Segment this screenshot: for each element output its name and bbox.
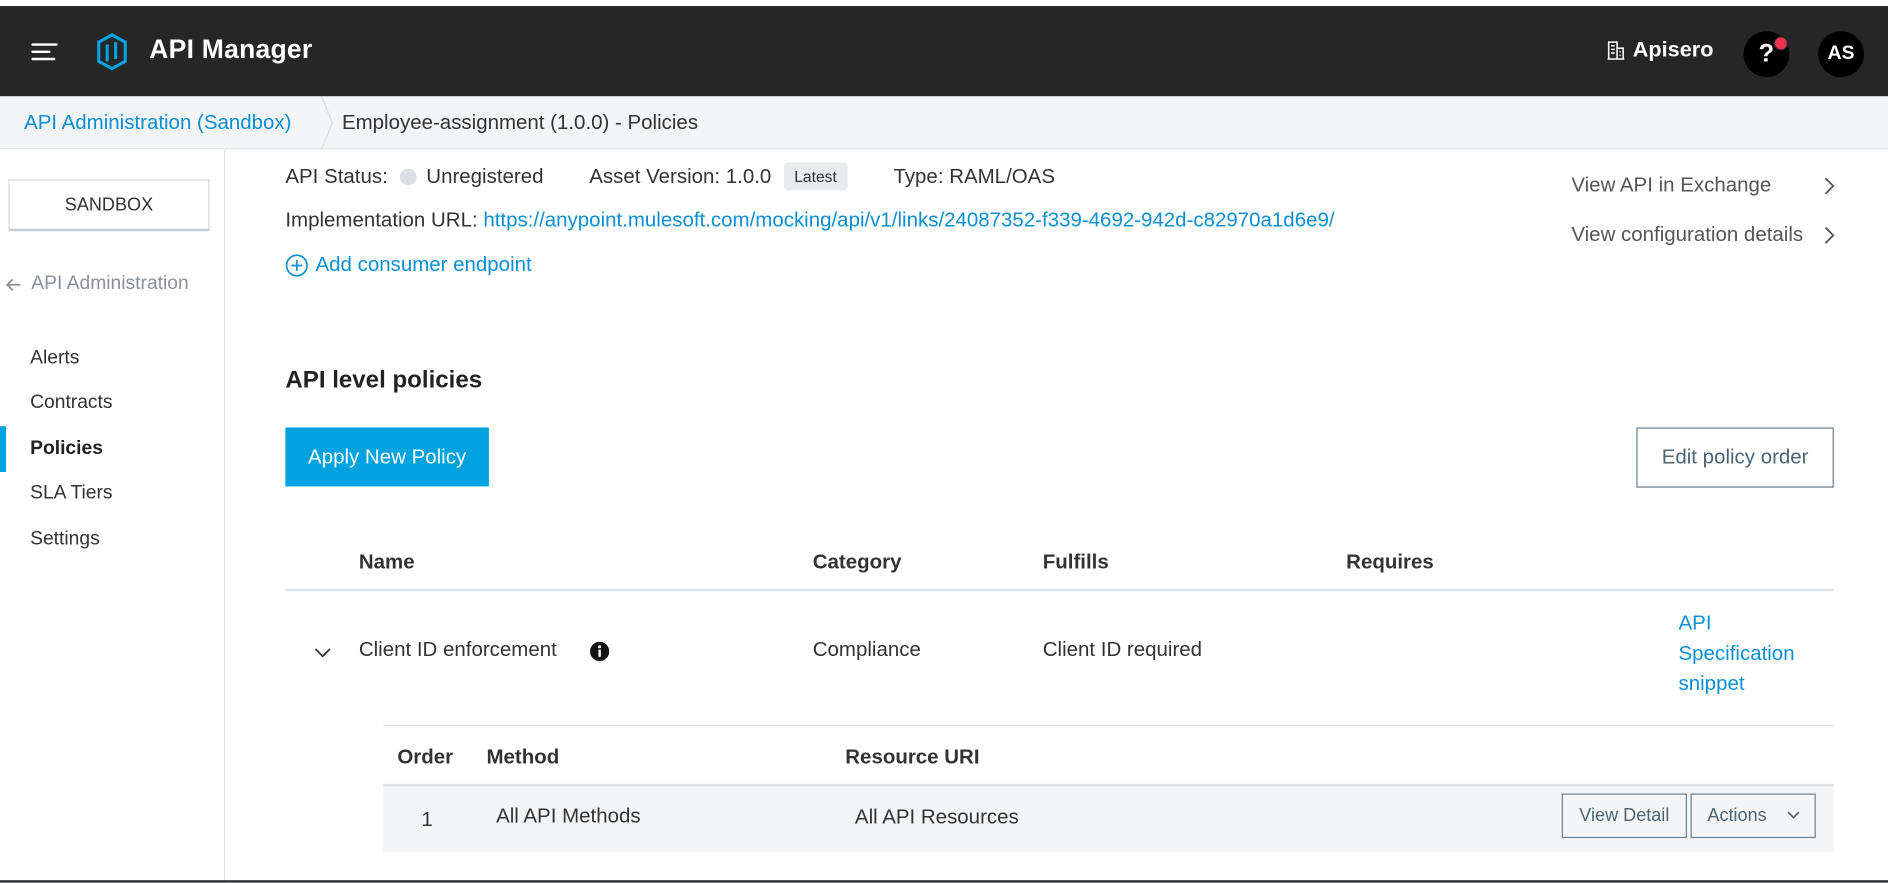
status-dot-icon (399, 167, 417, 185)
column-header-fulfills: Fulfills (1042, 550, 1109, 574)
table-divider (285, 588, 1834, 592)
column-header-category: Category (812, 550, 902, 574)
view-config-label: View configuration details (1571, 222, 1804, 246)
section-title: API level policies (285, 367, 483, 394)
rule-order: 1 (421, 807, 433, 831)
window-bottom-edge (0, 880, 1888, 883)
api-status-label: API Status: (285, 164, 388, 188)
rule-method: All API Methods (496, 804, 641, 828)
api-specification-snippet-link[interactable]: API Specification snippet (1679, 608, 1823, 698)
sidebar-item-alerts[interactable]: Alerts (30, 348, 79, 370)
sub-column-header-method: Method (486, 745, 560, 769)
sub-column-header-resource-uri: Resource URI (845, 745, 980, 769)
sidebar-item-contracts[interactable]: Contracts (30, 393, 112, 415)
implementation-url-link[interactable]: https://anypoint.mulesoft.com/mocking/ap… (483, 208, 1334, 231)
app-title: API Manager (149, 33, 313, 64)
active-nav-indicator (0, 426, 7, 473)
environment-button[interactable]: SANDBOX (8, 179, 210, 232)
column-header-requires: Requires (1346, 550, 1434, 574)
latest-badge: Latest (783, 162, 848, 191)
subtable-top-divider (382, 724, 1834, 727)
breadcrumb-separator-icon (320, 96, 334, 150)
breadcrumb-current: Employee-assignment (1.0.0) - Policies (341, 110, 699, 134)
policy-fulfills: Client ID required (1042, 638, 1203, 662)
actions-dropdown-button[interactable]: Actions (1690, 793, 1816, 839)
arrow-left-icon (6, 278, 21, 291)
implementation-url-label: Implementation URL: (285, 208, 478, 232)
asset-version: Asset Version: 1.0.0 (589, 164, 772, 188)
user-avatar[interactable]: AS (1818, 31, 1864, 78)
info-icon[interactable] (590, 641, 610, 662)
view-detail-button[interactable]: View Detail (1561, 793, 1687, 839)
sidebar-item-settings[interactable]: Settings (30, 529, 100, 551)
menu-icon[interactable] (31, 37, 60, 66)
policy-category: Compliance (812, 638, 921, 662)
back-to-api-administration[interactable]: API Administration (6, 273, 189, 295)
column-header-name: Name (358, 550, 415, 574)
edit-policy-order-button[interactable]: Edit policy order (1636, 427, 1834, 488)
rule-resource-uri: All API Resources (854, 805, 1019, 829)
building-icon (1607, 41, 1625, 60)
breadcrumb: API Administration (Sandbox) Employee-as… (0, 96, 1888, 150)
api-status-row: API Status: Unregistered Asset Version: … (285, 162, 1055, 191)
chevron-down-icon[interactable] (313, 643, 332, 662)
org-name: Apisero (1632, 37, 1714, 62)
sub-column-header-order: Order (397, 745, 454, 769)
breadcrumb-parent-link[interactable]: API Administration (Sandbox) (24, 111, 291, 135)
apply-new-policy-button[interactable]: Apply New Policy (285, 427, 489, 487)
plus-circle-icon (285, 253, 308, 276)
notification-dot (1773, 36, 1789, 51)
top-bar: API Manager Apisero ? AS (0, 6, 1888, 97)
add-consumer-endpoint-label: Add consumer endpoint (315, 252, 532, 276)
sidebar: SANDBOX API Administration Alerts Contra… (0, 149, 226, 883)
chevron-down-icon (1787, 811, 1800, 819)
view-configuration-details-link[interactable]: View configuration details (1571, 222, 1835, 247)
chevron-right-icon (1824, 176, 1835, 194)
actions-label: Actions (1707, 805, 1767, 827)
back-link-label: API Administration (31, 273, 189, 294)
view-api-in-exchange-link[interactable]: View API in Exchange (1571, 173, 1835, 197)
add-consumer-endpoint-link[interactable]: Add consumer endpoint (285, 252, 532, 277)
chevron-right-icon (1824, 226, 1835, 244)
policy-name: Client ID enforcement (358, 638, 557, 662)
sidebar-item-policies[interactable]: Policies (30, 438, 103, 460)
api-manager-logo-icon (97, 33, 127, 71)
view-exchange-label: View API in Exchange (1571, 173, 1772, 197)
implementation-url-row: Implementation URL: https://anypoint.mul… (285, 208, 1334, 232)
main-content: API Status: Unregistered Asset Version: … (225, 149, 1888, 882)
org-switcher[interactable]: Apisero (1606, 37, 1713, 62)
sidebar-item-sla-tiers[interactable]: SLA Tiers (30, 483, 112, 505)
api-type: Type: RAML/OAS (893, 164, 1055, 188)
api-status-value: Unregistered (426, 164, 544, 188)
